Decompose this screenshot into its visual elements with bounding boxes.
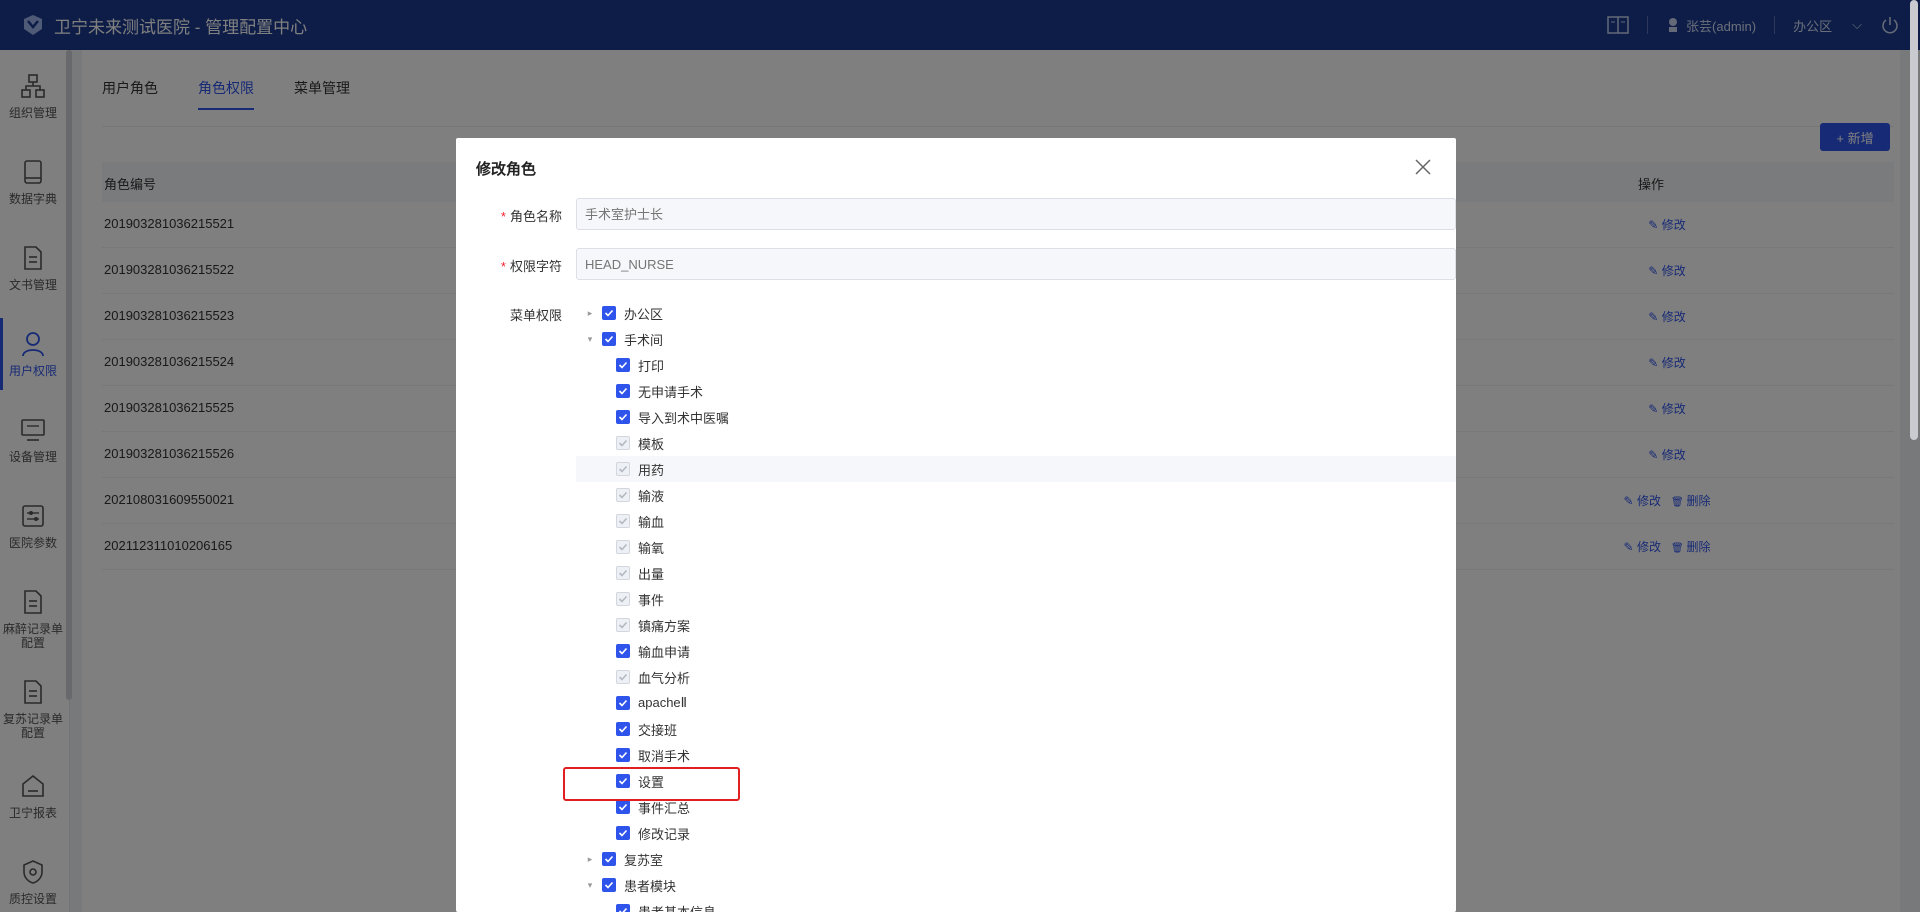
tree-node-leaf[interactable]: 输氧 (576, 534, 1456, 560)
checkbox (616, 488, 630, 502)
checkbox[interactable] (616, 696, 630, 710)
tree-node-label: 修改记录 (638, 826, 691, 842)
tree-node-leaf[interactable]: 事件汇总 (576, 794, 1456, 820)
tree-node-label: 模板 (638, 436, 665, 452)
caret-right-icon[interactable]: ▸ (584, 307, 596, 319)
tree-node-label: 患者模块 (624, 878, 677, 894)
tree-node-label: 取消手术 (638, 748, 691, 764)
page-scrollbar[interactable] (1910, 0, 1918, 440)
checkbox[interactable] (616, 774, 630, 788)
tree-node-label: apacheⅡ (638, 695, 688, 710)
caret-down-icon[interactable]: ▾ (584, 333, 596, 345)
checkbox (616, 566, 630, 580)
tree-node-leaf[interactable]: 交接班 (576, 716, 1456, 742)
edit-role-dialog: 修改角色 *角色名称 *权限字符 菜单权限 ▸ 办公区 ▾ 手术间打印无申请手术导入到… (456, 138, 1456, 912)
tree-node-leaf[interactable]: 设置 (576, 768, 1456, 794)
checkbox[interactable] (602, 852, 616, 866)
tree-node-label: 办公区 (624, 306, 664, 322)
tree-node-label: 输液 (638, 488, 665, 504)
caret-right-icon[interactable]: ▸ (584, 853, 596, 865)
tree-node-label: 事件 (638, 592, 665, 608)
checkbox (616, 436, 630, 450)
menu-perm-label: 菜单权限 (509, 308, 562, 323)
tree-node-label: 镇痛方案 (638, 618, 691, 634)
checkbox (616, 670, 630, 684)
role-name-input[interactable] (576, 198, 1456, 230)
dialog-title: 修改角色 (476, 161, 537, 178)
tree-node-parent[interactable]: ▾ 患者模块 (576, 872, 1456, 898)
tree-node-parent[interactable]: ▸ 复苏室 (576, 846, 1456, 872)
tree-node-leaf[interactable]: apacheⅡ (576, 690, 1456, 716)
checkbox[interactable] (616, 384, 630, 398)
tree-node-leaf[interactable]: 镇痛方案 (576, 612, 1456, 638)
tree-node-leaf[interactable]: 取消手术 (576, 742, 1456, 768)
tree-node-leaf[interactable]: 修改记录 (576, 820, 1456, 846)
tree-node-label: 出量 (638, 566, 665, 582)
tree-node-leaf[interactable]: 用药 (576, 456, 1456, 482)
checkbox (616, 514, 630, 528)
checkbox[interactable] (616, 644, 630, 658)
tree-node-label: 事件汇总 (638, 800, 691, 816)
checkbox (616, 618, 630, 632)
tree-node-label: 输氧 (638, 540, 665, 556)
tree-node-leaf[interactable]: 事件 (576, 586, 1456, 612)
tree-node-label: 输血 (638, 514, 665, 530)
tree-node-leaf[interactable]: 输液 (576, 482, 1456, 508)
tree-node-label: 导入到术中医嘱 (638, 410, 730, 426)
tree-node-leaf[interactable]: 出量 (576, 560, 1456, 586)
tree-node-leaf[interactable]: 血气分析 (576, 664, 1456, 690)
tree-node-leaf[interactable]: 输血 (576, 508, 1456, 534)
checkbox[interactable] (616, 800, 630, 814)
tree-node-leaf[interactable]: 无申请手术 (576, 378, 1456, 404)
caret-down-icon[interactable]: ▾ (584, 879, 596, 891)
tree-node-parent[interactable]: ▾ 手术间 (576, 326, 1456, 352)
checkbox (616, 592, 630, 606)
tree-node-label: 无申请手术 (638, 384, 704, 400)
tree-node-label: 血气分析 (638, 670, 691, 686)
perm-key-label: * 权限字符 (500, 259, 562, 274)
tree-node-leaf[interactable]: 打印 (576, 352, 1456, 378)
tree-node-parent[interactable]: ▸ 办公区 (576, 300, 1456, 326)
menu-permission-tree: ▸ 办公区 ▾ 手术间打印无申请手术导入到术中医嘱 模板用药输液输血输氧出量事件镇痛方案… (576, 300, 1456, 912)
checkbox[interactable] (602, 878, 616, 892)
tree-node-label: 输血申请 (638, 644, 691, 660)
tree-node-label: 设置 (638, 774, 665, 790)
tree-node-label: 交接班 (638, 722, 678, 738)
checkbox[interactable] (616, 748, 630, 762)
tree-node-leaf[interactable]: 输血申请 (576, 638, 1456, 664)
checkbox[interactable] (616, 722, 630, 736)
tree-node-label: 打印 (638, 358, 665, 374)
tree-node-label: 用药 (638, 462, 665, 478)
tree-node-label: 复苏室 (624, 852, 664, 868)
tree-node-label: 患者基本信息 (638, 904, 717, 912)
close-icon[interactable] (1414, 158, 1432, 176)
checkbox[interactable] (616, 904, 630, 912)
tree-node-label: 手术间 (624, 332, 664, 348)
checkbox[interactable] (616, 358, 630, 372)
checkbox (616, 462, 630, 476)
checkbox[interactable] (616, 826, 630, 840)
tree-node-leaf[interactable]: 模板 (576, 430, 1456, 456)
role-name-label: * 角色名称 (500, 209, 562, 224)
tree-node-leaf[interactable]: 患者基本信息 (576, 898, 1456, 912)
checkbox (616, 540, 630, 554)
checkbox[interactable] (602, 332, 616, 346)
tree-node-leaf[interactable]: 导入到术中医嘱 (576, 404, 1456, 430)
perm-key-input[interactable] (576, 248, 1456, 280)
checkbox[interactable] (602, 306, 616, 320)
checkbox[interactable] (616, 410, 630, 424)
